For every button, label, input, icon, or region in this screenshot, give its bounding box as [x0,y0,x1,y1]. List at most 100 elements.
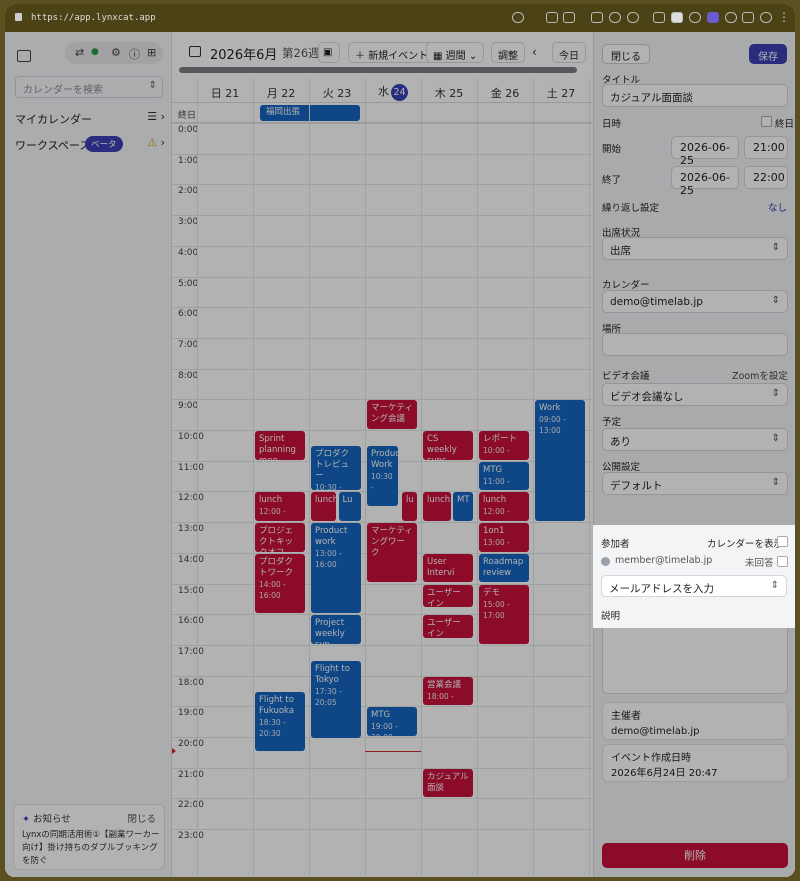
start-date-input[interactable]: 2026-06-25 [671,136,739,167]
calendar-event[interactable]: マーケティング会議 [367,400,417,429]
title-input[interactable]: カジュアル面面談 [602,84,788,107]
calendar-event[interactable]: Project weekly syn [311,615,361,644]
camera-icon[interactable] [563,12,575,23]
url-text[interactable]: https://app.lynxcat.app [31,13,156,23]
calendar-event[interactable]: Product work 13:00 - 16:00 [311,523,361,614]
url-bar[interactable]: https://app.lynxcat.app ⋮ [5,4,795,32]
zoom-settings-link[interactable]: Zoomを設定 [732,368,788,382]
video-label: ビデオ会議 [602,371,650,382]
day-header[interactable]: 金 26 [477,85,533,101]
horizontal-scrollbar[interactable] [179,67,577,73]
member-checkbox[interactable] [777,556,788,567]
today-button[interactable]: 今日 [552,42,586,63]
notice-body[interactable]: Lynxの同期活用術①【副業ワーカー向け】掛け持ちのダブルブッキングを防ぐ [22,829,160,868]
all-day-checkbox[interactable] [761,116,772,127]
calendar-event[interactable]: Product Work10:30 - [367,446,398,506]
calendar-event[interactable]: Work 09:00 - 13:00 [535,400,585,522]
video-select[interactable]: ビデオ会議なし ⇕ [602,383,788,406]
day-header[interactable]: 月 22 [253,85,309,101]
sidebar-toggle-icon[interactable] [17,50,31,62]
day-header[interactable]: 木 25 [421,85,477,101]
repeat-link[interactable]: なし [768,200,787,214]
calendar-event[interactable]: Sprint planning mee [255,431,305,460]
calendar-select[interactable]: demo@timelab.jp ⇕ [602,290,788,313]
calendar-event[interactable]: 営業会議 18:00 - [423,676,473,706]
calendar-event[interactable]: プロダクトワーク 14:00 - 16:00 [255,553,305,614]
start-time-input[interactable]: 21:00 [744,136,788,159]
calendar-search-input[interactable]: カレンダーを検索 ⇕ [15,76,163,98]
info-icon[interactable]: ⓘ [129,46,140,62]
delete-button[interactable]: 削除 [602,843,788,868]
calendar-event[interactable]: Flight to Tokyo 17:30 - 20:05 [311,661,361,738]
email-input[interactable]: メールアドレスを入力 ⇕ [601,575,787,597]
calendar-event[interactable]: lunch [311,492,336,522]
gear-icon[interactable]: ⚙ [111,46,121,59]
prev-week-icon[interactable]: ‹ [532,45,537,59]
calendar-event[interactable]: レポート 10:00 - [479,431,529,460]
calendar-event[interactable]: カジュアル面談 [423,768,473,798]
end-time-input[interactable]: 22:00 [744,166,788,189]
event-title: 1on1 [483,526,505,537]
search-placeholder: カレンダーを検索 [23,85,103,96]
link-icon[interactable] [512,12,524,23]
screen-icon[interactable] [546,12,558,23]
settings-icon[interactable] [609,12,621,23]
calendar-event[interactable]: lunch [423,492,451,522]
calendar-event[interactable]: プロダクトレビュー10:30 - 12:00 [311,446,361,491]
calendar-event[interactable]: ユーザーイン15:00 - [423,584,473,608]
attendance-select[interactable]: 出席 ⇕ [602,237,788,260]
layout-toggle-button[interactable]: ▣ [318,42,340,63]
day-header[interactable]: 火 23 [309,85,365,101]
extension-icon[interactable] [671,12,683,23]
extension-icon[interactable] [707,12,719,23]
calendar-event[interactable]: ユーザーイン16:00 - [423,615,473,638]
calendar-event[interactable]: MTG 11:00 - [479,461,529,491]
info-icon[interactable] [689,12,701,23]
notice-close-button[interactable]: 閉じる [127,811,156,825]
hour-label: 0:00 [178,125,199,135]
calendar-event[interactable]: lunch 12:00 - [255,492,305,522]
list-chevron-icon[interactable]: ☰ › [147,110,165,123]
calendar-event[interactable]: デモ 15:00 - 17:00 [479,584,529,644]
close-button[interactable]: 閉じる [602,44,650,64]
adjust-button[interactable]: 調整 [491,42,525,63]
extension-icon[interactable] [725,12,737,23]
visibility-select[interactable]: デフォルト ⇕ [602,472,788,495]
warning-icon[interactable]: ⚠ › [147,136,165,149]
calendar-event[interactable]: CS weekly sync [423,431,473,460]
calendar-event[interactable]: マーケティングワーク [367,523,417,583]
extension-icon[interactable] [742,12,754,23]
extension-icon[interactable] [653,12,665,23]
time-grid[interactable]: 0:00 1:00 2:00 3:00 4:00 5:00 6:00 7:00 8:00 9:00… [172,79,593,875]
calendar-event[interactable]: Roadmap review [479,553,529,583]
shuffle-icon[interactable]: ⇄ [75,46,84,59]
my-calendar-row[interactable]: マイカレンダー ☰ › [15,108,165,128]
workspace-row[interactable]: ワークスペース ベータ ⚠ › [15,134,165,154]
day-header[interactable]: 日 21 [197,85,253,101]
new-event-button[interactable]: ＋ 新規イベント [348,42,436,63]
view-select[interactable]: ▦ 週間 ⌄ [426,42,485,63]
profile-icon[interactable] [760,12,772,23]
show-calendar-checkbox[interactable] [777,536,788,547]
calendar-event[interactable]: lu [402,492,417,522]
schedule-select[interactable]: あり ⇕ [602,428,788,451]
end-date-input[interactable]: 2026-06-25 [671,166,739,197]
save-button[interactable]: 保存 [749,44,787,64]
target-icon[interactable] [627,12,639,23]
day-header[interactable]: 土 27 [533,85,589,101]
calendar-event[interactable]: プロジェクトキックオフ [255,523,305,552]
menu-icon[interactable]: ⋮ [778,10,790,24]
location-input[interactable] [602,333,788,356]
calendar-event[interactable]: MT [453,492,473,522]
hierarchy-icon[interactable]: ⊞ [147,46,156,59]
calendar-event[interactable]: User Intervi [423,553,473,583]
calendar-event[interactable]: MTG19:00 - 20:00 [367,707,417,736]
day-header-today[interactable]: 水 24 [365,83,421,101]
calendar-event[interactable]: lunch 12:00 - [479,492,529,522]
calendar-event[interactable]: 1on1 13:00 - [479,523,529,552]
all-day-event[interactable]: 福岡出張 [260,105,360,121]
calendar-event[interactable]: Flight to Fukuoka 18:30 - 20:30 [255,691,305,752]
calendar-event[interactable]: Lu [338,492,361,522]
window-icon[interactable] [591,12,603,23]
workspace-label: ワークスペース [15,139,91,152]
